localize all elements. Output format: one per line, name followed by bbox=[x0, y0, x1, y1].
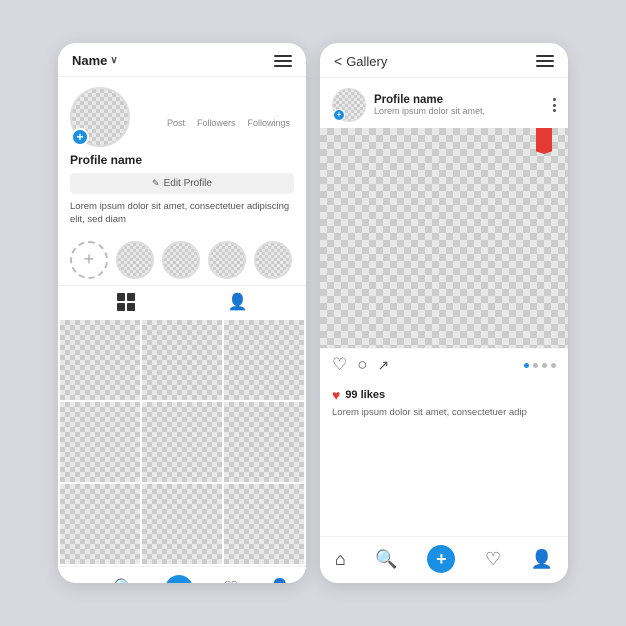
right-nav-add-button[interactable]: + bbox=[427, 545, 455, 573]
action-row: ♡ ○ ↗ bbox=[320, 348, 568, 381]
stat-post-label: Post bbox=[167, 118, 185, 128]
left-hamburger-icon[interactable] bbox=[274, 55, 292, 67]
left-title-text: Name bbox=[72, 53, 107, 68]
share-icon[interactable]: ↗ bbox=[378, 357, 390, 374]
grid-view-icon[interactable] bbox=[117, 293, 135, 311]
story-circle-4[interactable] bbox=[254, 241, 292, 279]
like-icon[interactable]: ♡ bbox=[332, 355, 347, 375]
photo-cell-9[interactable] bbox=[224, 484, 304, 564]
back-arrow-icon: < bbox=[334, 53, 342, 69]
left-top-bar: Name ∨ bbox=[58, 43, 306, 77]
story-row: + bbox=[58, 233, 306, 285]
stat-followers-label: Followers bbox=[197, 118, 236, 128]
edit-profile-label: Edit Profile bbox=[164, 178, 212, 189]
photo-cell-2[interactable] bbox=[142, 320, 222, 400]
avatar-add-icon[interactable]: + bbox=[71, 128, 89, 146]
more-options-icon[interactable] bbox=[553, 98, 556, 112]
nav-person-icon[interactable]: 👤 bbox=[269, 578, 291, 583]
likes-count: 99 likes bbox=[345, 389, 385, 401]
profile-bio: Lorem ipsum dolor sit amet, consectetuer… bbox=[70, 200, 294, 227]
right-bottom-nav: ⌂ 🔍 + ♡ 👤 bbox=[320, 536, 568, 583]
carousel-dots bbox=[524, 363, 556, 368]
right-nav-person-icon[interactable]: 👤 bbox=[531, 549, 553, 570]
photo-cell-5[interactable] bbox=[142, 402, 222, 482]
right-nav-heart-icon[interactable]: ♡ bbox=[485, 549, 501, 570]
dot-3 bbox=[542, 363, 547, 368]
stat-followers: Followers bbox=[197, 106, 236, 128]
photo-cell-6[interactable] bbox=[224, 402, 304, 482]
nav-search-icon[interactable]: 🔍 bbox=[113, 578, 135, 583]
likes-caption: Lorem ipsum dolor sit amet, consectetuer… bbox=[332, 406, 556, 419]
left-phone: Name ∨ + Post bbox=[58, 43, 306, 583]
right-title-text: Gallery bbox=[346, 54, 387, 69]
left-bottom-nav: ⌂ 🔍 + ♡ 👤 bbox=[58, 566, 306, 583]
photo-cell-1[interactable] bbox=[60, 320, 140, 400]
photo-grid bbox=[58, 318, 306, 566]
back-button[interactable]: < Gallery bbox=[334, 53, 387, 69]
likes-row: ♥ 99 likes bbox=[332, 387, 556, 403]
photo-cell-3[interactable] bbox=[224, 320, 304, 400]
stat-post: Post bbox=[167, 106, 185, 128]
stat-followers-num bbox=[197, 106, 236, 118]
photo-cell-4[interactable] bbox=[60, 402, 140, 482]
nav-home-icon[interactable]: ⌂ bbox=[73, 578, 84, 583]
dot-2 bbox=[533, 363, 538, 368]
right-profile-name: Profile name bbox=[374, 94, 545, 106]
edit-pencil-icon: ✎ bbox=[152, 178, 160, 189]
photo-cell-7[interactable] bbox=[60, 484, 140, 564]
chevron-down-icon: ∨ bbox=[110, 55, 117, 66]
comment-icon[interactable]: ○ bbox=[357, 355, 367, 375]
profile-top-row: + Post Followers Followings bbox=[70, 87, 294, 147]
tagged-view-icon[interactable]: 👤 bbox=[228, 292, 248, 312]
dot-4 bbox=[551, 363, 556, 368]
right-nav-search-icon[interactable]: 🔍 bbox=[375, 549, 397, 570]
left-title-group[interactable]: Name ∨ bbox=[72, 53, 118, 68]
nav-add-button[interactable]: + bbox=[165, 575, 193, 583]
story-add-button[interactable]: + bbox=[70, 241, 108, 279]
avatar-wrap: + bbox=[70, 87, 130, 147]
right-top-bar: < Gallery bbox=[320, 43, 568, 78]
right-avatar-add-icon[interactable]: + bbox=[333, 109, 345, 121]
right-profile-subtitle: Lorem ipsum dolor sit amet, bbox=[374, 106, 545, 116]
bookmark-icon[interactable] bbox=[536, 128, 552, 154]
photo-cell-8[interactable] bbox=[142, 484, 222, 564]
post-image bbox=[320, 128, 568, 348]
stat-followings-num bbox=[247, 106, 290, 118]
filled-heart-icon: ♥ bbox=[332, 387, 340, 403]
stat-followings-label: Followings bbox=[247, 118, 290, 128]
stat-followings: Followings bbox=[247, 106, 290, 128]
nav-heart-icon[interactable]: ♡ bbox=[223, 578, 239, 583]
view-toggle: 👤 bbox=[58, 285, 306, 318]
phones-container: Name ∨ + Post bbox=[58, 43, 568, 583]
story-circle-3[interactable] bbox=[208, 241, 246, 279]
stats-row: Post Followers Followings bbox=[130, 106, 294, 128]
right-phone: < Gallery + Profile name Lorem ipsum dol… bbox=[320, 43, 568, 583]
right-avatar: + bbox=[332, 88, 366, 122]
right-nav-home-icon[interactable]: ⌂ bbox=[335, 549, 346, 570]
dot-1 bbox=[524, 363, 529, 368]
right-profile-info: Profile name Lorem ipsum dolor sit amet, bbox=[374, 94, 545, 116]
likes-section: ♥ 99 likes Lorem ipsum dolor sit amet, c… bbox=[320, 381, 568, 423]
right-profile-row: + Profile name Lorem ipsum dolor sit ame… bbox=[320, 78, 568, 128]
right-hamburger-icon[interactable] bbox=[536, 55, 554, 67]
stat-post-num bbox=[167, 106, 185, 118]
story-circle-1[interactable] bbox=[116, 241, 154, 279]
left-profile-section: + Post Followers Followings bbox=[58, 77, 306, 233]
edit-profile-button[interactable]: ✎ Edit Profile bbox=[70, 173, 294, 194]
story-circle-2[interactable] bbox=[162, 241, 200, 279]
spacer bbox=[320, 423, 568, 536]
profile-name-text: Profile name bbox=[70, 153, 294, 167]
